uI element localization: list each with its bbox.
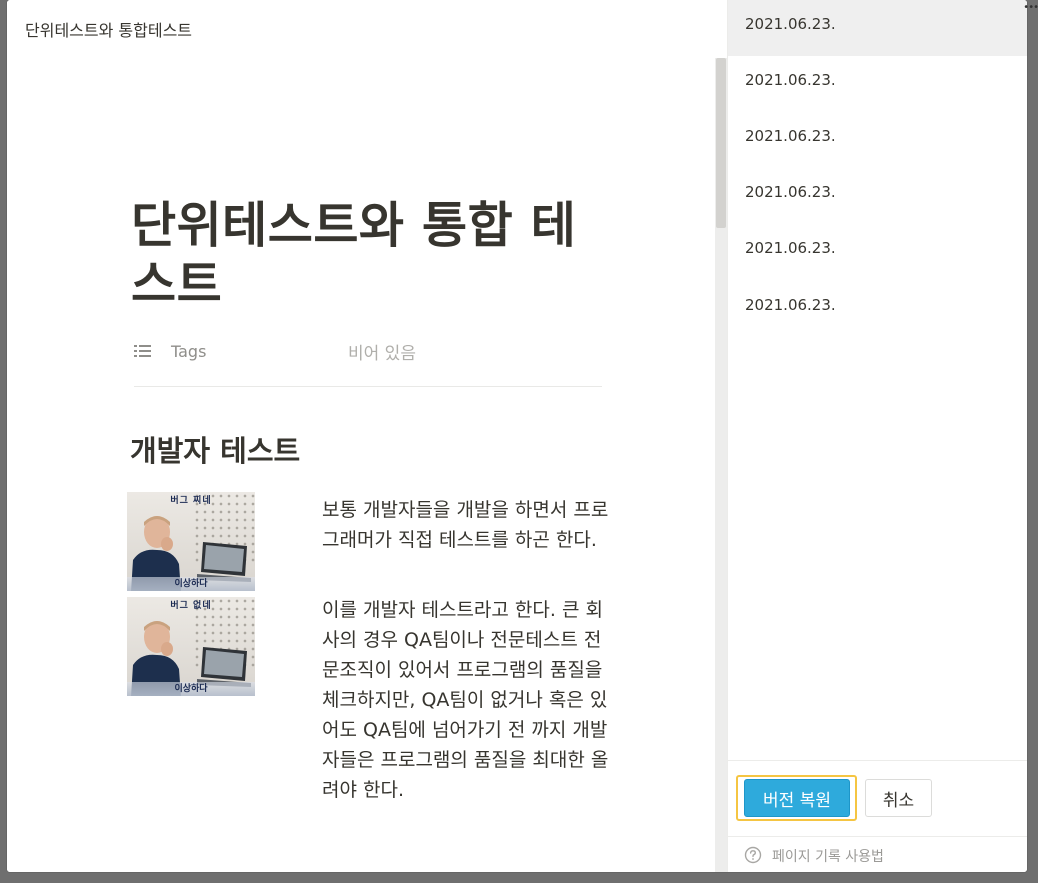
property-value[interactable]: 비어 있음: [348, 339, 416, 364]
version-date: 2021.06.23.: [745, 71, 836, 89]
version-item[interactable]: 2021.06.23.: [728, 224, 1027, 280]
version-item[interactable]: 2021.06.23.: [728, 56, 1027, 112]
scrollbar[interactable]: [715, 58, 727, 872]
version-item[interactable]: 2021.06.23.: [728, 281, 1027, 337]
page-history-modal: 단위테스트와 통합테스트 단위테스트와 통합 테스트 Tags 비어 있음 개발…: [7, 0, 1027, 872]
more-icon: •••: [1023, 2, 1038, 13]
cancel-button[interactable]: 취소: [865, 779, 932, 817]
meme-caption-top: 버그 없네: [170, 601, 212, 611]
section-heading: 개발자 테스트: [130, 434, 301, 468]
version-date: 2021.06.23.: [745, 296, 836, 314]
meme-image-1: 버그 찌네 이상하다: [127, 492, 255, 591]
version-item[interactable]: 2021.06.23.: [728, 0, 1027, 56]
meme-caption-bottom: 이상하다: [127, 577, 255, 591]
version-date: 2021.06.23.: [745, 127, 836, 145]
paragraph-2: 이를 개발자 테스트라고 한다. 큰 회사의 경우 QA팀이나 전문테스트 전문…: [322, 599, 609, 801]
meme-image-2: 버그 없네 이상하다: [127, 597, 255, 696]
property-name: Tags: [171, 342, 207, 361]
version-date: 2021.06.23.: [745, 183, 836, 201]
version-history-panel: 2021.06.23. 2021.06.23. 2021.06.23. 2021.06…: [727, 0, 1027, 872]
version-item[interactable]: 2021.06.23.: [728, 168, 1027, 224]
breadcrumb: 단위테스트와 통합테스트: [25, 21, 193, 40]
meme-caption-top: 버그 찌네: [170, 496, 212, 506]
page-preview: 단위테스트와 통합테스트 단위테스트와 통합 테스트 Tags 비어 있음 개발…: [7, 0, 727, 872]
help-icon: [744, 846, 762, 864]
property-row-tags[interactable]: Tags 비어 있음: [134, 338, 602, 366]
meme-caption-bottom: 이상하다: [127, 682, 255, 696]
version-date: 2021.06.23.: [745, 15, 836, 33]
divider: [728, 836, 1027, 837]
divider: [728, 760, 1027, 761]
version-date: 2021.06.23.: [745, 239, 836, 257]
scrollbar-thumb[interactable]: [716, 58, 726, 228]
divider: [134, 386, 602, 387]
page-title: 단위테스트와 통합 테스트: [131, 197, 577, 313]
restore-version-button[interactable]: 버전 복원: [744, 779, 850, 817]
help-label: 페이지 기록 사용법: [772, 849, 884, 865]
list-icon: [134, 345, 151, 357]
version-item[interactable]: 2021.06.23.: [728, 112, 1027, 168]
paragraph-1: 보통 개발자들을 개발을 하면서 프로그래머가 직접 테스트를 하곤 한다.: [322, 499, 609, 551]
